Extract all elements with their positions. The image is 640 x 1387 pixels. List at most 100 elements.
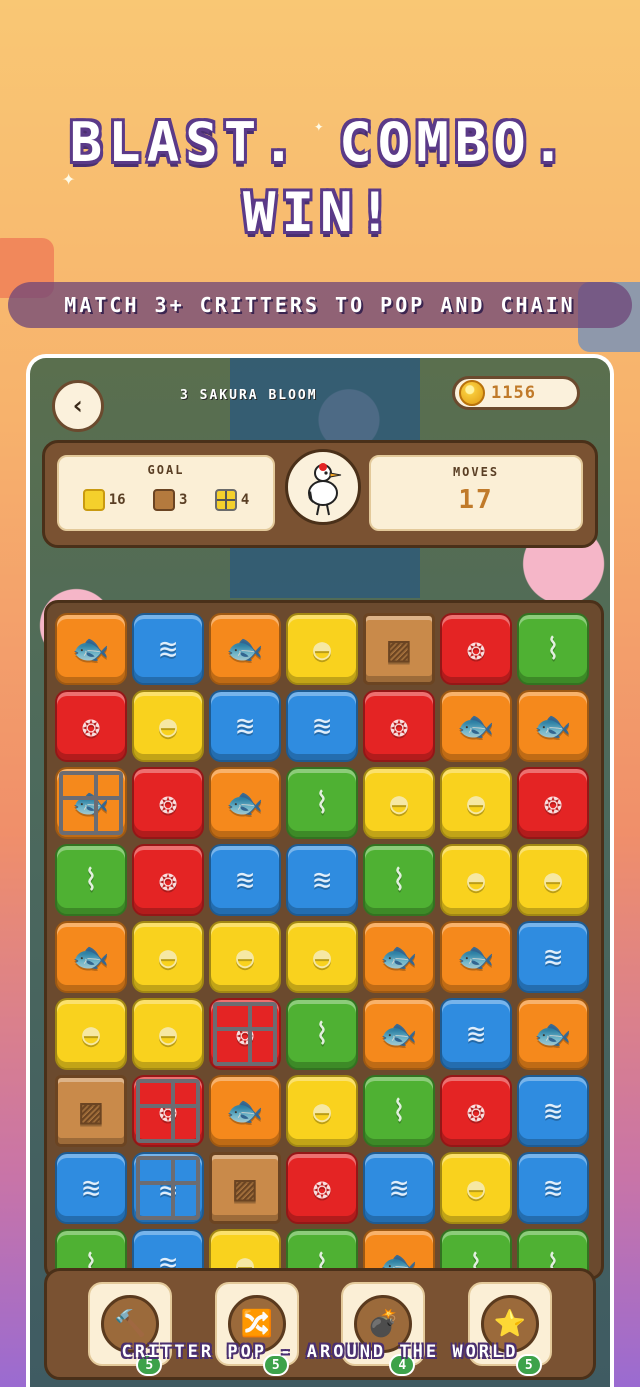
crate-icon	[152, 489, 175, 511]
crate-tile[interactable]: ▨	[209, 1152, 281, 1224]
wave-tile[interactable]: ≋	[517, 1152, 589, 1224]
bamboo-tile[interactable]: ⌇	[363, 1075, 435, 1147]
wave-tile[interactable]: ≋	[209, 844, 281, 916]
bamboo-icon: ⌇	[314, 785, 330, 821]
lantern-tile[interactable]: ❂	[440, 1075, 512, 1147]
bamboo-icon: ⌇	[391, 1093, 407, 1129]
wave-tile[interactable]: ≋	[517, 921, 589, 993]
shell-tile[interactable]: ◓	[132, 998, 204, 1070]
wave-icon: ≋	[543, 1170, 563, 1206]
wave-tile[interactable]: ≋	[132, 613, 204, 685]
coin-count: 1156	[491, 383, 536, 403]
goal-bar: GOAL 16 3 4 MOVES 17	[42, 440, 598, 548]
crate-icon: ▨	[234, 1167, 256, 1209]
crate-tile[interactable]: ▨	[55, 1075, 127, 1147]
wave-tile[interactable]: ≋	[517, 1075, 589, 1147]
bamboo-tile[interactable]: ⌇	[55, 844, 127, 916]
tagline-text: MATCH 3+ CRITTERS TO POP AND CHAIN	[64, 293, 576, 317]
goal-label: GOAL	[147, 463, 185, 477]
tile-grid: 🐟≋🐟◓▨❂⌇❂◓≋≋❂🐟🐟🐟❂🐟⌇◓◓❂⌇❂≋≋⌇◓◓🐟◓◓◓🐟🐟≋◓◓❂⌇🐟…	[55, 613, 593, 1277]
shell-icon: ◓	[466, 1170, 486, 1206]
booster-bar: 🔨 5 🔀 5 💣 4 ⭐ 5	[44, 1268, 596, 1380]
koi-icon: 🐟	[457, 708, 495, 744]
wave-icon: ≋	[543, 1093, 563, 1129]
koi-tile[interactable]: 🐟	[55, 767, 127, 839]
wave-tile[interactable]: ≋	[132, 1152, 204, 1224]
shell-tile[interactable]: ◓	[132, 690, 204, 762]
wave-icon: ≋	[389, 1170, 409, 1206]
shell-tile[interactable]: ◓	[363, 767, 435, 839]
bamboo-tile[interactable]: ⌇	[286, 767, 358, 839]
bamboo-icon: ⌇	[391, 862, 407, 898]
koi-icon: 🐟	[457, 939, 495, 975]
wave-icon: ≋	[312, 862, 332, 898]
lantern-icon: ❂	[466, 631, 486, 667]
yellow-shell-tile-icon	[82, 489, 105, 511]
lantern-tile[interactable]: ❂	[440, 613, 512, 685]
shell-icon: ◓	[81, 1016, 101, 1052]
wave-tile[interactable]: ≋	[55, 1152, 127, 1224]
shell-tile[interactable]: ◓	[286, 613, 358, 685]
lantern-tile[interactable]: ❂	[286, 1152, 358, 1224]
koi-icon: 🐟	[534, 708, 572, 744]
shell-icon: ◓	[158, 708, 178, 744]
lantern-tile[interactable]: ❂	[517, 767, 589, 839]
shell-tile[interactable]: ◓	[55, 998, 127, 1070]
hero-title-line1: BLAST. COMBO.	[69, 111, 571, 174]
wave-icon: ≋	[158, 631, 178, 667]
goal-item-crate: 3	[152, 489, 187, 511]
wave-tile[interactable]: ≋	[440, 998, 512, 1070]
game-board: 🐟≋🐟◓▨❂⌇❂◓≋≋❂🐟🐟🐟❂🐟⌇◓◓❂⌇❂≋≋⌇◓◓🐟◓◓◓🐟🐟≋◓◓❂⌇🐟…	[44, 600, 604, 1280]
wave-tile[interactable]: ≋	[286, 690, 358, 762]
goal-panel: GOAL 16 3 4	[57, 455, 275, 531]
lantern-tile[interactable]: ❂	[55, 690, 127, 762]
shell-tile[interactable]: ◓	[440, 844, 512, 916]
bamboo-tile[interactable]: ⌇	[517, 613, 589, 685]
koi-tile[interactable]: 🐟	[209, 613, 281, 685]
moves-label: MOVES	[452, 465, 500, 479]
lantern-tile[interactable]: ❂	[209, 998, 281, 1070]
lantern-tile[interactable]: ❂	[132, 1075, 204, 1147]
bamboo-tile[interactable]: ⌇	[286, 998, 358, 1070]
shell-tile[interactable]: ◓	[517, 844, 589, 916]
lantern-tile[interactable]: ❂	[132, 767, 204, 839]
cage-overlay-icon	[59, 771, 123, 835]
shell-tile[interactable]: ◓	[286, 1075, 358, 1147]
shell-tile[interactable]: ◓	[440, 1152, 512, 1224]
koi-tile[interactable]: 🐟	[440, 921, 512, 993]
back-arrow-icon: ‹	[70, 391, 86, 421]
footer-caption: CRITTER POP - AROUND THE WORLD	[121, 1342, 519, 1362]
shell-icon: ◓	[466, 785, 486, 821]
shell-tile[interactable]: ◓	[286, 921, 358, 993]
crate-tile[interactable]: ▨	[363, 613, 435, 685]
koi-tile[interactable]: 🐟	[440, 690, 512, 762]
bamboo-tile[interactable]: ⌇	[363, 844, 435, 916]
bamboo-icon: ⌇	[545, 631, 561, 667]
koi-tile[interactable]: 🐟	[363, 998, 435, 1070]
lantern-tile[interactable]: ❂	[132, 844, 204, 916]
koi-tile[interactable]: 🐟	[209, 767, 281, 839]
koi-tile[interactable]: 🐟	[517, 998, 589, 1070]
koi-tile[interactable]: 🐟	[517, 690, 589, 762]
shell-icon: ◓	[312, 631, 332, 667]
koi-tile[interactable]: 🐟	[209, 1075, 281, 1147]
bamboo-icon: ⌇	[83, 862, 99, 898]
wave-icon: ≋	[235, 862, 255, 898]
koi-tile[interactable]: 🐟	[363, 921, 435, 993]
shell-tile[interactable]: ◓	[209, 921, 281, 993]
coin-counter[interactable]: 1156	[452, 376, 580, 410]
wave-tile[interactable]: ≋	[363, 1152, 435, 1224]
wave-icon: ≋	[81, 1170, 101, 1206]
shell-tile[interactable]: ◓	[440, 767, 512, 839]
shell-icon: ◓	[158, 939, 178, 975]
wave-tile[interactable]: ≋	[209, 690, 281, 762]
koi-icon: 🐟	[380, 939, 418, 975]
shell-icon: ◓	[466, 862, 486, 898]
koi-tile[interactable]: 🐟	[55, 921, 127, 993]
lantern-tile[interactable]: ❂	[363, 690, 435, 762]
back-button[interactable]: ‹	[52, 380, 104, 432]
wave-tile[interactable]: ≋	[286, 844, 358, 916]
shell-tile[interactable]: ◓	[132, 921, 204, 993]
koi-tile[interactable]: 🐟	[55, 613, 127, 685]
shell-icon: ◓	[312, 1093, 332, 1129]
